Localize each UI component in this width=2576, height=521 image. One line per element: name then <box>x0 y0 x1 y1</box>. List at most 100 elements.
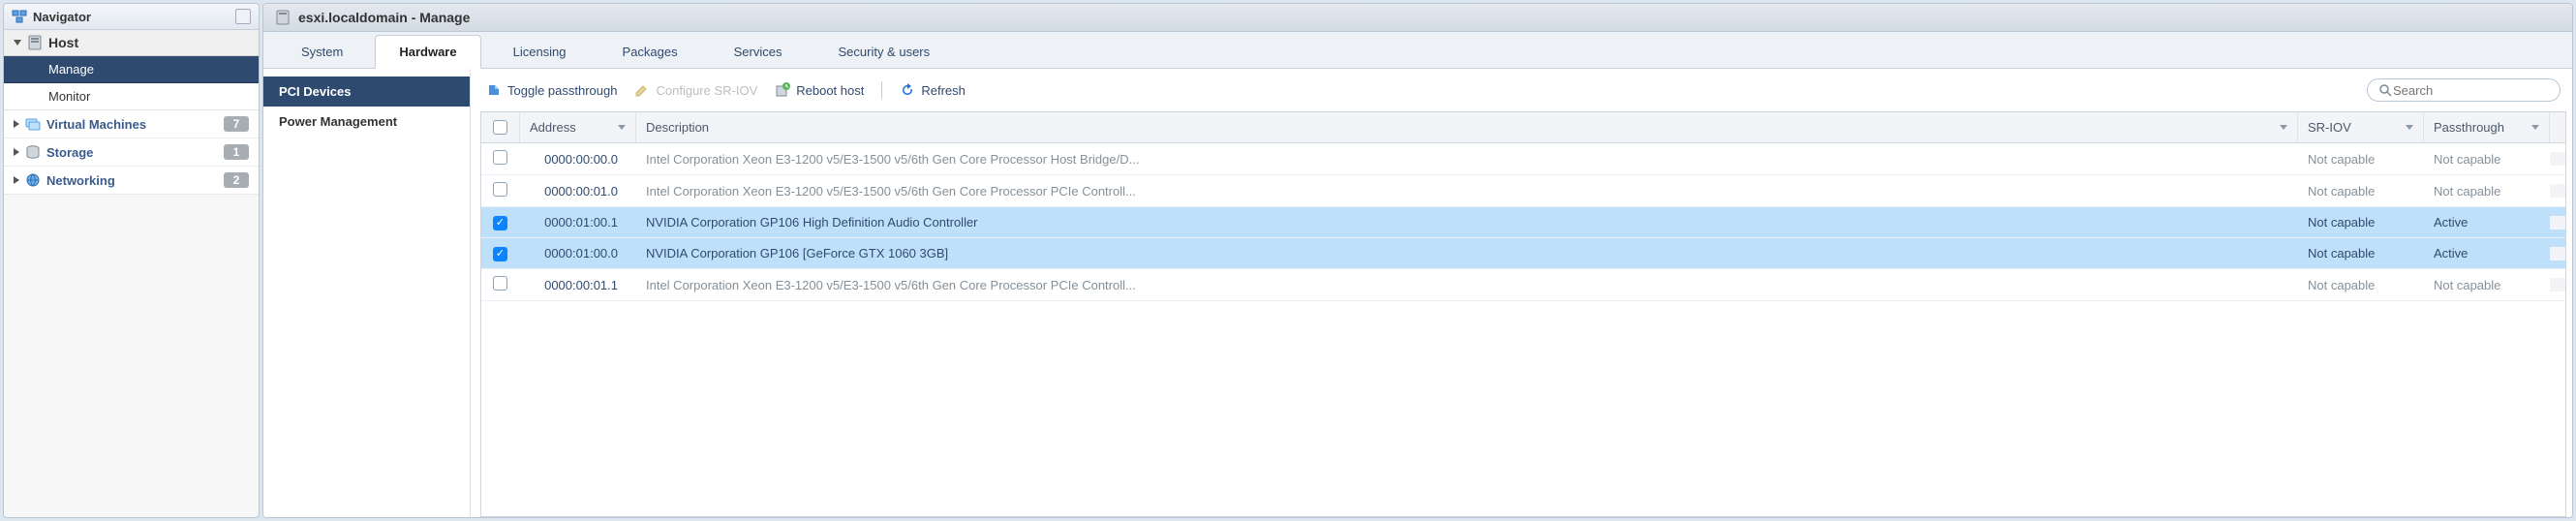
network-icon <box>25 172 41 188</box>
search-input[interactable] <box>2393 83 2563 98</box>
search-box[interactable] <box>2367 78 2561 102</box>
disclosure-right-icon <box>14 176 19 184</box>
cell-description: NVIDIA Corporation GP106 [GeForce GTX 10… <box>636 239 2298 267</box>
cell-description: Intel Corporation Xeon E3-1200 v5/E3-150… <box>636 177 2298 205</box>
refresh-label: Refresh <box>921 83 966 98</box>
disclosure-down-icon <box>14 40 21 46</box>
table-row[interactable]: ✓ 0000:01:00.1NVIDIA Corporation GP106 Hi… <box>481 207 2565 238</box>
nav-item-label: Virtual Machines <box>46 117 146 132</box>
host-icon <box>275 10 291 25</box>
nav-item-label: Storage <box>46 145 93 160</box>
grid-body[interactable]: 0000:00:00.0Intel Corporation Xeon E3-12… <box>481 143 2565 516</box>
passthrough-icon <box>486 82 502 98</box>
cell-passthrough: Not capable <box>2424 145 2550 173</box>
reboot-host-button[interactable]: Reboot host <box>775 82 864 98</box>
main-header: esxi.localdomain - Manage <box>263 4 2572 32</box>
table-row[interactable]: 0000:00:01.1Intel Corporation Xeon E3-12… <box>481 269 2565 301</box>
reboot-icon <box>775 82 790 98</box>
cell-sriov: Not capable <box>2298 145 2424 173</box>
toolbar: Toggle passthrough Configure SR-IOV Rebo… <box>480 75 2566 111</box>
tab-system[interactable]: System <box>277 35 367 68</box>
count-badge: 2 <box>224 172 249 188</box>
disclosure-right-icon <box>14 148 19 156</box>
cell-sriov: Not capable <box>2298 239 2424 267</box>
nav-item-label: Networking <box>46 173 115 188</box>
sort-icon <box>2280 125 2287 130</box>
nav-item-networking[interactable]: Networking 2 <box>4 167 259 195</box>
cell-address: 0000:01:00.0 <box>520 239 636 267</box>
row-checkbox[interactable] <box>493 182 507 197</box>
work-area: Toggle passthrough Configure SR-IOV Rebo… <box>471 69 2572 517</box>
grid-header-passthrough[interactable]: Passthrough <box>2424 112 2550 142</box>
sort-icon <box>2406 125 2413 130</box>
nav-sub-monitor[interactable]: Monitor <box>4 83 259 110</box>
row-checkbox[interactable] <box>493 150 507 165</box>
cell-description: Intel Corporation Xeon E3-1200 v5/E3-150… <box>636 145 2298 173</box>
vm-icon <box>25 116 41 132</box>
cell-description: Intel Corporation Xeon E3-1200 v5/E3-150… <box>636 271 2298 299</box>
configure-sriov-button: Configure SR-IOV <box>634 82 757 98</box>
cell-address: 0000:00:01.0 <box>520 177 636 205</box>
cell-passthrough: Active <box>2424 239 2550 267</box>
table-row[interactable]: 0000:00:00.0Intel Corporation Xeon E3-12… <box>481 143 2565 175</box>
search-icon <box>2377 82 2393 98</box>
tab-security-users[interactable]: Security & users <box>813 35 954 68</box>
reboot-host-label: Reboot host <box>796 83 864 98</box>
grid-header-sriov[interactable]: SR-IOV <box>2298 112 2424 142</box>
nav-host-row[interactable]: Host <box>4 30 259 56</box>
pci-devices-grid: Address Description SR-IOV Passthrough 0… <box>480 111 2566 517</box>
cell-passthrough: Active <box>2424 208 2550 236</box>
count-badge: 1 <box>224 144 249 160</box>
sub-item-power-management[interactable]: Power Management <box>263 107 470 137</box>
tab-packages[interactable]: Packages <box>598 35 702 68</box>
toolbar-separator <box>881 81 882 99</box>
storage-icon <box>25 144 41 160</box>
sort-icon <box>618 125 626 130</box>
sort-icon <box>2531 125 2539 130</box>
grid-header-row: Address Description SR-IOV Passthrough <box>481 112 2565 143</box>
host-icon <box>27 35 43 50</box>
tab-hardware[interactable]: Hardware <box>375 35 480 69</box>
nav-item-virtual-machines[interactable]: Virtual Machines 7 <box>4 110 259 138</box>
toggle-passthrough-button[interactable]: Toggle passthrough <box>486 82 617 98</box>
cell-address: 0000:00:01.1 <box>520 271 636 299</box>
refresh-button[interactable]: Refresh <box>900 82 966 98</box>
pencil-icon <box>634 82 650 98</box>
cell-description: NVIDIA Corporation GP106 High Definition… <box>636 208 2298 236</box>
count-badge: 7 <box>224 116 249 132</box>
cell-sriov: Not capable <box>2298 177 2424 205</box>
grid-scroll-gutter <box>2550 120 2566 136</box>
tabs-bar: SystemHardware LicensingPackagesServicesS… <box>263 32 2572 69</box>
grid-header-checkbox[interactable] <box>481 112 520 142</box>
cell-passthrough: Not capable <box>2424 177 2550 205</box>
table-row[interactable]: 0000:00:01.0Intel Corporation Xeon E3-12… <box>481 175 2565 207</box>
page-title: esxi.localdomain - Manage <box>298 10 470 25</box>
cell-sriov: Not capable <box>2298 271 2424 299</box>
cell-address: 0000:01:00.1 <box>520 208 636 236</box>
tab-services[interactable]: Services <box>710 35 807 68</box>
sub-item-pci-devices[interactable]: PCI Devices <box>263 77 470 107</box>
toggle-passthrough-label: Toggle passthrough <box>507 83 617 98</box>
grid-header-description[interactable]: Description <box>636 112 2298 142</box>
nav-item-storage[interactable]: Storage 1 <box>4 138 259 167</box>
navigator-header: Navigator <box>4 4 259 30</box>
pin-panel-button[interactable] <box>235 9 251 24</box>
configure-sriov-label: Configure SR-IOV <box>656 83 757 98</box>
navigator-icon <box>12 9 27 24</box>
cell-passthrough: Not capable <box>2424 271 2550 299</box>
row-checkbox[interactable]: ✓ <box>493 247 507 261</box>
hardware-sub-sidebar: PCI DevicesPower Management <box>263 69 471 517</box>
row-checkbox[interactable]: ✓ <box>493 216 507 230</box>
disclosure-right-icon <box>14 120 19 128</box>
navigator-panel: Navigator Host ManageMonitor Virtual Mac… <box>3 3 260 518</box>
navigator-title: Navigator <box>33 10 91 24</box>
row-checkbox[interactable] <box>493 276 507 291</box>
refresh-icon <box>900 82 915 98</box>
tab-licensing[interactable]: Licensing <box>489 35 591 68</box>
nav-sub-manage[interactable]: Manage <box>4 56 259 83</box>
cell-address: 0000:00:00.0 <box>520 145 636 173</box>
table-row[interactable]: ✓ 0000:01:00.0NVIDIA Corporation GP106 [G… <box>481 238 2565 269</box>
main-panel: esxi.localdomain - Manage SystemHardware… <box>262 3 2573 518</box>
nav-host-label: Host <box>48 35 78 50</box>
grid-header-address[interactable]: Address <box>520 112 636 142</box>
